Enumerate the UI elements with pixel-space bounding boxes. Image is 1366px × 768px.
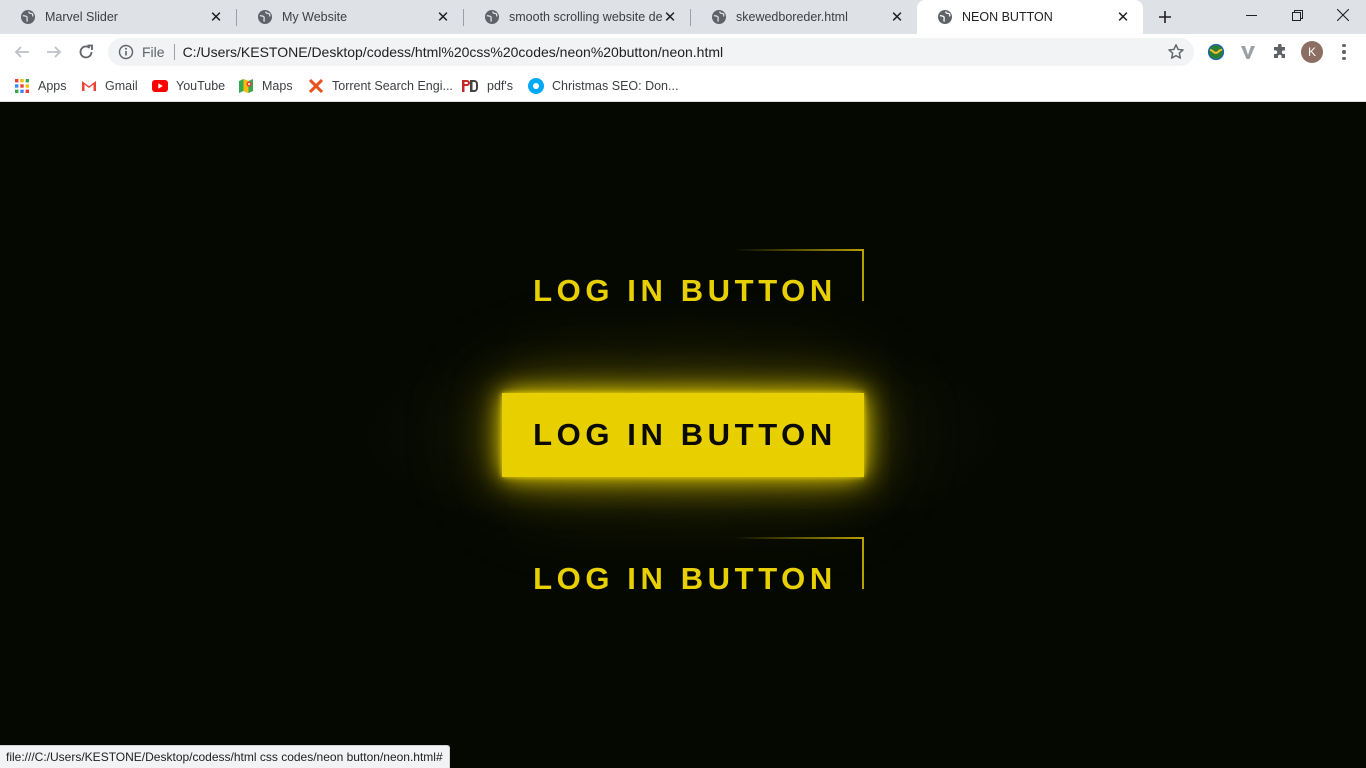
bookmark-pdfs[interactable]: pdf's	[461, 76, 513, 96]
bookmark-label: Gmail	[105, 79, 138, 93]
neon-border-right	[862, 249, 864, 301]
close-tab-icon[interactable]: ✕	[435, 9, 451, 26]
close-tab-icon[interactable]: ✕	[1115, 9, 1131, 26]
close-icon	[1337, 9, 1349, 21]
close-tab-icon[interactable]: ✕	[208, 9, 224, 26]
neon-border-top	[734, 249, 864, 251]
login-button-3[interactable]: LOG IN BUTTON	[502, 537, 864, 621]
login-button-label: LOG IN BUTTON	[533, 417, 837, 452]
close-window-button[interactable]	[1320, 0, 1366, 30]
bookmark-torrent[interactable]: Torrent Search Engi...	[308, 76, 453, 96]
bookmark-gmail[interactable]: Gmail	[81, 76, 138, 96]
tab-title: My Website	[282, 10, 348, 24]
tab-strip: Marvel Slider ✕ My Website ✕ smooth scro…	[0, 0, 1366, 34]
login-button-label: LOG IN BUTTON	[533, 561, 837, 596]
seo-icon	[528, 78, 544, 94]
page-viewport: LOG IN BUTTON LOG IN BUTTON LOG IN BUTTO…	[0, 103, 1366, 768]
bookmark-label: Torrent Search Engi...	[332, 79, 453, 93]
arrow-left-icon	[14, 46, 29, 58]
neon-border-right	[862, 537, 864, 589]
bookmark-label: Christmas SEO: Don...	[552, 79, 679, 93]
login-button-1[interactable]: LOG IN BUTTON	[502, 249, 864, 333]
globe-icon	[21, 10, 35, 24]
address-divider	[173, 44, 175, 60]
pdf-icon	[461, 78, 479, 94]
bookmark-christmas-seo[interactable]: Christmas SEO: Don...	[528, 76, 678, 96]
globe-icon	[938, 10, 952, 24]
browser-toolbar: File C:/Users/KESTONE/Desktop/codess/htm…	[0, 34, 1366, 70]
menu-dot	[1342, 43, 1346, 48]
youtube-icon	[152, 78, 168, 94]
apps-grid-icon	[14, 78, 30, 94]
new-tab-button[interactable]	[1153, 5, 1177, 29]
browser-menu-button[interactable]	[1336, 42, 1352, 62]
address-bar[interactable]: File C:/Users/KESTONE/Desktop/codess/htm…	[108, 38, 1194, 66]
gmail-icon	[81, 78, 97, 94]
maps-icon	[238, 78, 254, 94]
bookmark-label: Maps	[262, 79, 293, 93]
close-tab-icon[interactable]: ✕	[889, 9, 905, 26]
globe-icon	[712, 10, 726, 24]
login-button-2[interactable]: LOG IN BUTTON	[502, 393, 864, 477]
bookmark-apps[interactable]: Apps	[14, 76, 67, 96]
bookmark-label: YouTube	[176, 79, 226, 93]
extension-globe-icon	[1207, 43, 1225, 61]
scheme-label: File	[142, 44, 165, 60]
minimize-icon	[1245, 14, 1257, 16]
forward-button[interactable]	[42, 40, 66, 64]
tab-marvel-slider[interactable]: Marvel Slider ✕	[0, 0, 236, 34]
tab-my-website[interactable]: My Website ✕	[237, 0, 463, 34]
puzzle-icon	[1274, 44, 1285, 58]
neon-border-top	[734, 537, 864, 539]
tab-title: smooth scrolling website design	[509, 10, 662, 24]
status-bubble: file:///C:/Users/KESTONE/Desktop/codess/…	[0, 745, 450, 768]
torrent-icon	[308, 78, 324, 94]
extensions-button[interactable]	[1270, 42, 1290, 62]
v-extension-icon	[1241, 46, 1255, 59]
bookmark-label: pdf's	[487, 79, 514, 93]
back-button[interactable]	[10, 40, 34, 64]
bookmarks-bar: Apps Gmail YouTube Maps Torrent Search E…	[0, 70, 1366, 102]
menu-dot	[1342, 50, 1346, 54]
minimize-button[interactable]	[1228, 0, 1274, 30]
restore-icon	[1291, 9, 1303, 21]
reload-button[interactable]	[74, 40, 98, 64]
tab-neon-button[interactable]: NEON BUTTON ✕	[917, 0, 1143, 34]
tab-title: NEON BUTTON	[962, 10, 1053, 24]
bookmark-label: Apps	[38, 79, 67, 93]
restore-button[interactable]	[1274, 0, 1320, 30]
bookmark-star-icon[interactable]	[1167, 43, 1185, 61]
tab-skewedboreder[interactable]: skewedboreder.html ✕	[691, 0, 917, 34]
profile-avatar[interactable]: K	[1301, 41, 1323, 63]
tab-title: Marvel Slider	[45, 10, 118, 24]
login-button-label: LOG IN BUTTON	[533, 273, 837, 308]
close-tab-icon[interactable]: ✕	[662, 9, 678, 26]
globe-icon	[258, 10, 272, 24]
globe-icon	[485, 10, 499, 24]
reload-icon	[79, 44, 93, 59]
plus-icon	[1159, 11, 1171, 23]
bookmark-youtube[interactable]: YouTube	[152, 76, 225, 96]
tab-smooth-scrolling[interactable]: smooth scrolling website design ✕	[464, 0, 690, 34]
info-icon[interactable]	[118, 44, 134, 60]
menu-dot	[1342, 56, 1346, 61]
extension-globe-button[interactable]	[1206, 42, 1226, 62]
arrow-right-icon	[47, 46, 62, 58]
url-text[interactable]: C:/Users/KESTONE/Desktop/codess/html%20c…	[183, 44, 1167, 60]
extension-vimeo-button[interactable]	[1238, 42, 1258, 62]
bookmark-maps[interactable]: Maps	[238, 76, 293, 96]
tab-title: skewedboreder.html	[736, 10, 848, 24]
